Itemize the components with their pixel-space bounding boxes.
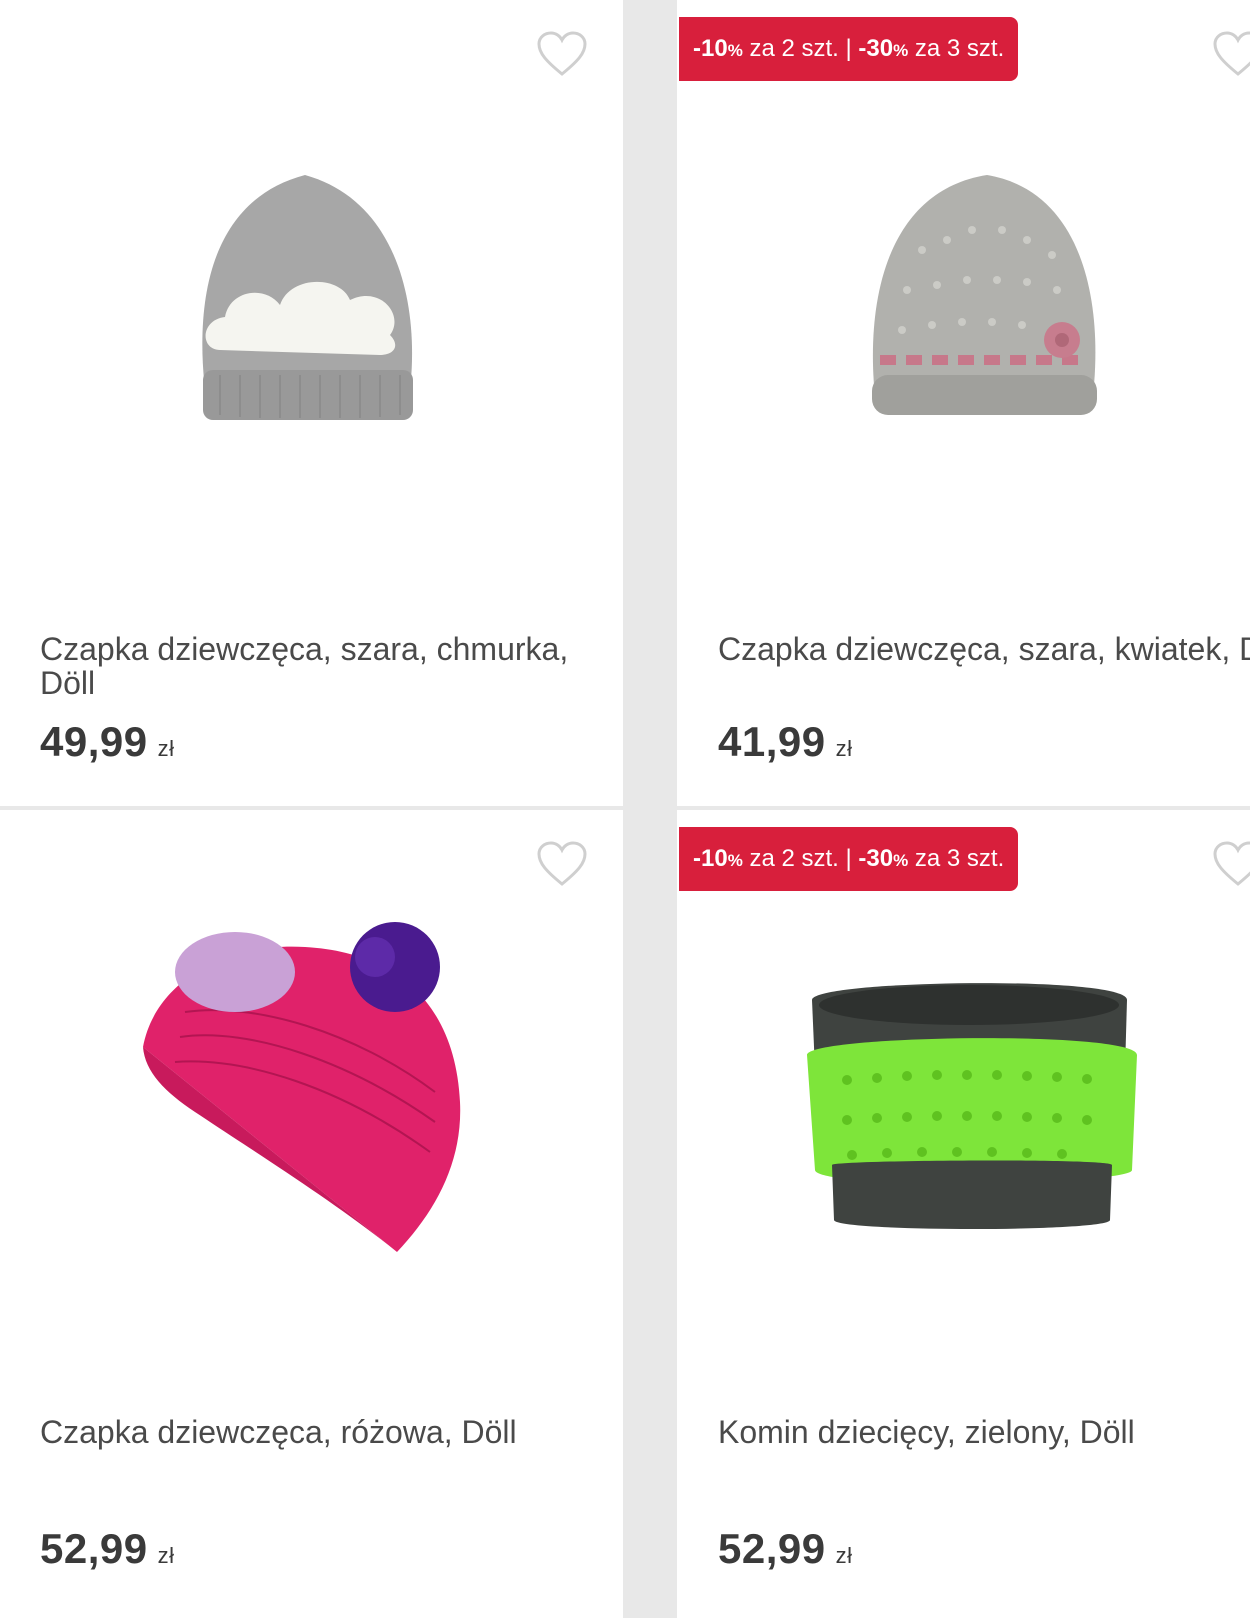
promo-badge: -10% za 2 szt. | -30% za 3 szt.: [679, 17, 1019, 81]
product-card[interactable]: -10% za 2 szt. | -30% za 3 szt. Czapka d…: [677, 0, 1250, 806]
product-image[interactable]: [190, 160, 440, 430]
price-value: 52,99: [40, 1525, 148, 1572]
product-price: 49,99 zł: [40, 718, 175, 766]
heart-icon[interactable]: [536, 840, 588, 888]
price-value: 52,99: [718, 1525, 826, 1572]
promo-discount-1: -10: [693, 845, 728, 872]
promo-percent-1: %: [727, 851, 743, 870]
heart-icon[interactable]: [536, 30, 588, 78]
product-card[interactable]: Czapka dziewczęca, różowa, Döll 52,99 zł: [0, 810, 623, 1618]
price-value: 41,99: [718, 718, 826, 765]
promo-discount-2: -30: [858, 35, 894, 62]
product-title[interactable]: Czapka dziewczęca, szara, chmurka, Döll: [40, 632, 600, 700]
promo-badge: -10% za 2 szt. | -30% za 3 szt.: [679, 827, 1019, 891]
promo-text-2: za 3 szt.: [908, 845, 1005, 872]
product-image[interactable]: [135, 902, 475, 1262]
price-currency: zł: [157, 736, 175, 761]
product-title[interactable]: Komin dziecięcy, zielony, Döll: [718, 1415, 1250, 1449]
product-card[interactable]: Czapka dziewczęca, szara, chmurka, Döll …: [0, 0, 623, 806]
product-price: 52,99 zł: [718, 1525, 853, 1573]
product-title[interactable]: Czapka dziewczęca, różowa, Döll: [40, 1415, 600, 1449]
product-grid: Czapka dziewczęca, szara, chmurka, Döll …: [0, 0, 1250, 1618]
product-price: 52,99 zł: [40, 1525, 175, 1573]
price-value: 49,99: [40, 718, 148, 765]
promo-percent-1: %: [727, 41, 743, 60]
product-price: 41,99 zł: [718, 718, 853, 766]
product-title[interactable]: Czapka dziewczęca, szara, kwiatek, Döll: [718, 632, 1250, 666]
promo-text-2: za 3 szt.: [908, 35, 1005, 62]
promo-text-1: za 2 szt. |: [742, 845, 859, 872]
promo-discount-1: -10: [693, 35, 728, 62]
promo-discount-2: -30: [858, 845, 894, 872]
heart-icon[interactable]: [1212, 840, 1250, 888]
promo-percent-2: %: [893, 851, 909, 870]
product-image[interactable]: [862, 170, 1112, 430]
promo-text-1: za 2 szt. |: [742, 35, 859, 62]
price-currency: zł: [835, 1543, 853, 1568]
product-card[interactable]: -10% za 2 szt. | -30% za 3 szt. Komin dz…: [677, 810, 1250, 1618]
heart-icon[interactable]: [1212, 30, 1250, 78]
price-currency: zł: [157, 1543, 175, 1568]
price-currency: zł: [835, 736, 853, 761]
promo-percent-2: %: [893, 41, 909, 60]
product-image[interactable]: [807, 970, 1137, 1240]
